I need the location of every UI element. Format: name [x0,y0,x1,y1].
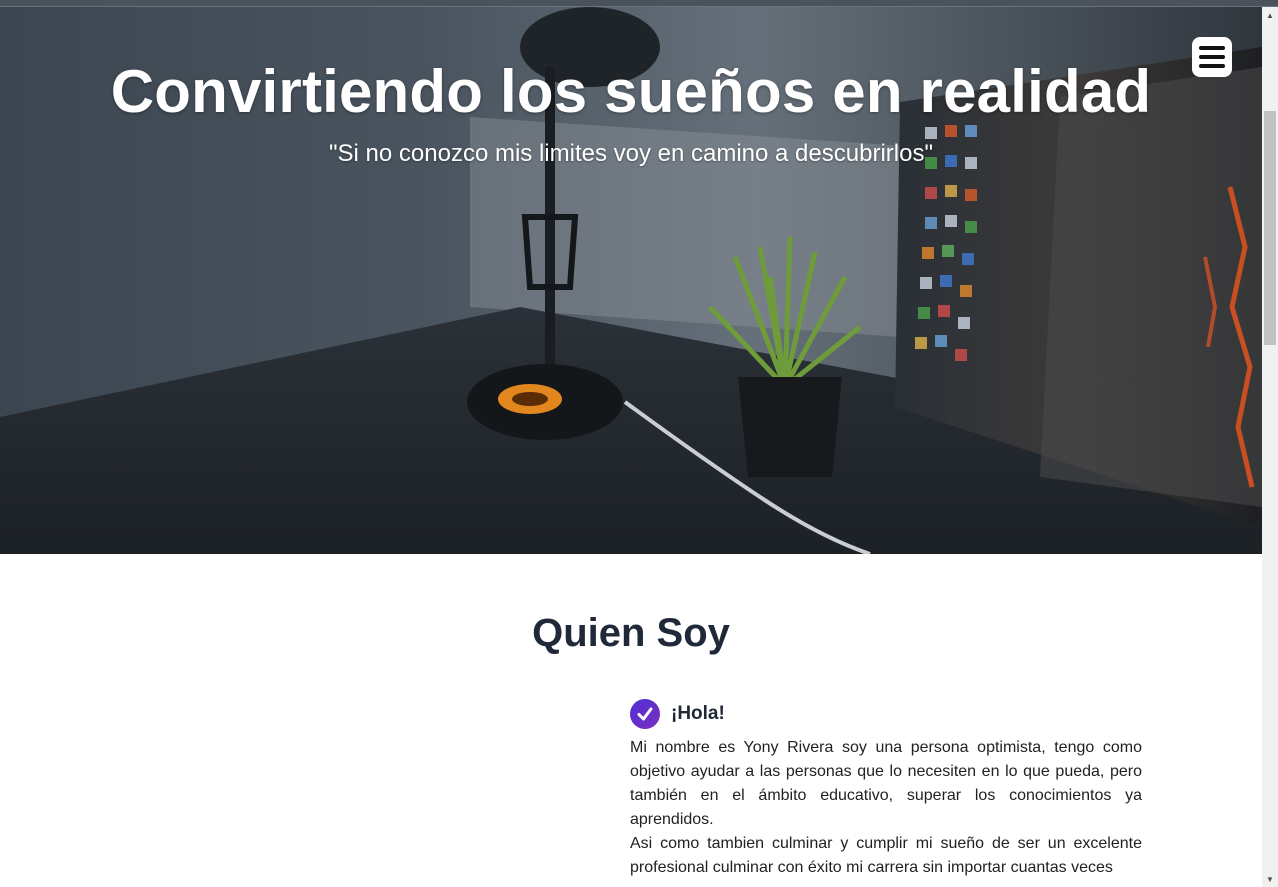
hamburger-menu-button[interactable] [1192,37,1232,77]
checkmark-icon [637,707,653,721]
greeting-heading: ¡Hola! [671,703,725,724]
hero-banner: Convirtiendo los sueños en realidad "Si … [0,7,1262,554]
page-viewport: Convirtiendo los sueños en realidad "Si … [0,7,1262,887]
scrollbar-thumb[interactable] [1264,111,1276,345]
hero-quote: "Si no conozco mis limites voy en camino… [329,140,933,167]
check-circle-icon [630,699,660,729]
hamburger-menu-icon-line [1199,55,1225,59]
scroll-down-arrow-icon[interactable]: ▼ [1262,871,1278,887]
hamburger-menu-icon [1199,46,1225,50]
vertical-scrollbar[interactable]: ▲ ▼ [1262,7,1278,887]
hamburger-menu-icon-line [1199,64,1225,68]
bio-paragraph-1: Mi nombre es Yony Rivera soy una persona… [630,739,1142,828]
scroll-up-arrow-icon[interactable]: ▲ [1262,7,1278,23]
browser-top-edge [0,0,1278,7]
about-bio: Mi nombre es Yony Rivera soy una persona… [630,736,1142,880]
about-section-title: Quien Soy [532,611,730,655]
hero-title: Convirtiendo los sueños en realidad [110,58,1152,125]
bio-paragraph-2: Asi como tambien culminar y cumplir mi s… [630,835,1142,876]
